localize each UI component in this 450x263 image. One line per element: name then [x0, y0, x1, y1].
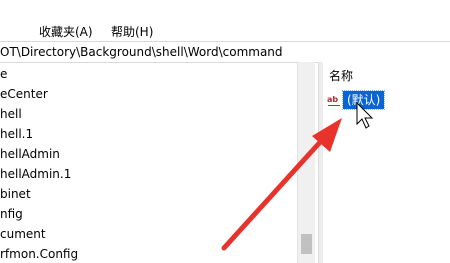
menu-bar: 收藏夹(A) 帮助(H)	[0, 0, 450, 40]
tree-scrollbar[interactable]	[297, 62, 315, 263]
scrollbar-thumb[interactable]	[301, 234, 312, 254]
tree-item[interactable]: cument	[0, 224, 46, 244]
tree-item[interactable]: eCenter	[0, 84, 48, 104]
tree-item[interactable]: hell.1	[0, 124, 33, 144]
registry-tree: e eCenter hell hell.1 hellAdmin hellAdmi…	[0, 64, 296, 263]
menu-help[interactable]: 帮助(H)	[111, 24, 153, 40]
column-header-name[interactable]: 名称	[329, 68, 353, 84]
tree-item[interactable]: binet	[0, 184, 31, 204]
tree-item[interactable]: rfmon.Config	[0, 244, 78, 263]
values-pane: 名称 ab (默认)	[323, 62, 450, 263]
value-name[interactable]: (默认)	[341, 90, 386, 110]
registry-path[interactable]: OT\Directory\Background\shell\Word\comma…	[0, 44, 283, 60]
tree-item[interactable]: e	[0, 64, 7, 84]
menu-favorites[interactable]: 收藏夹(A)	[39, 24, 93, 40]
tree-item[interactable]: hellAdmin	[0, 144, 60, 164]
tree-item[interactable]: hell	[0, 104, 22, 124]
string-value-icon: ab	[327, 94, 341, 106]
tree-item[interactable]: hellAdmin.1	[0, 164, 71, 184]
tree-item[interactable]: nfig	[0, 204, 23, 224]
address-bar[interactable]: OT\Directory\Background\shell\Word\comma…	[0, 41, 450, 63]
